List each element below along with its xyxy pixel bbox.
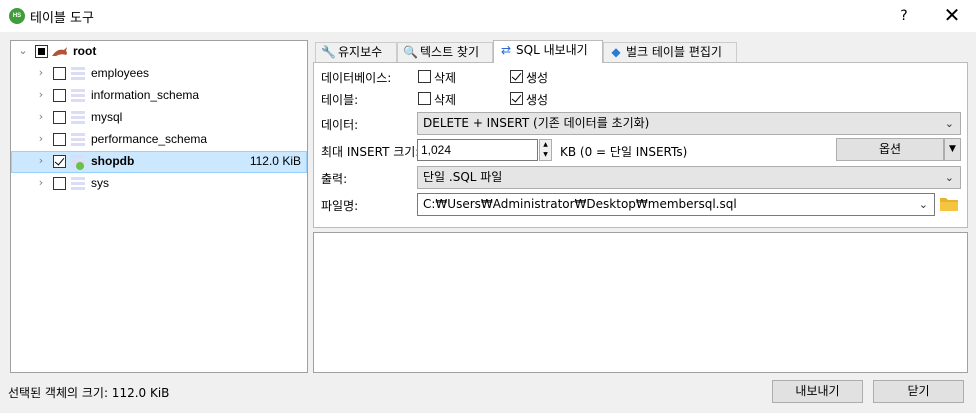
tab-find-text[interactable]: 🔍 텍스트 찾기 [397, 42, 493, 62]
output-log-area[interactable] [313, 232, 968, 373]
status-text: 선택된 객체의 크기: 112.0 KiB [8, 386, 170, 400]
database-drop-label: 삭제 [434, 71, 457, 85]
data-label: 데이터: [321, 118, 359, 132]
database-icon [71, 88, 85, 103]
tab-label: 텍스트 찾기 [420, 45, 480, 59]
close-window-button[interactable]: ✕ [928, 0, 976, 32]
export-arrows-icon: ⇄ [500, 43, 512, 57]
tab-maintenance[interactable]: 🔧 유지보수 [315, 42, 397, 62]
tree-item-label: performance_schema [91, 132, 208, 146]
tab-label: SQL 내보내기 [516, 43, 588, 57]
item-checkbox[interactable] [53, 89, 66, 102]
chevron-right-icon[interactable]: › [35, 66, 47, 80]
window-title: 테이블 도구 [30, 11, 94, 26]
table-drop-label: 삭제 [434, 93, 457, 107]
app-logo-icon: HS [9, 8, 25, 24]
tree-root-label: root [73, 44, 97, 58]
tree-item[interactable]: › performance_schema [11, 129, 307, 151]
chevron-right-icon[interactable]: › [35, 88, 47, 102]
table-label: 테이블: [321, 93, 359, 107]
output-select[interactable]: 단일 .SQL 파일 ⌄ [417, 166, 961, 189]
max-insert-label: 최대 INSERT 크기: [321, 145, 420, 159]
database-tree[interactable]: ⌄ root › employees › information_schema … [10, 40, 308, 373]
database-icon [71, 176, 85, 191]
dolphin-icon [52, 47, 67, 56]
options-button[interactable]: 옵션 [836, 138, 944, 161]
tab-bulk-table-editor[interactable]: ◆ 벌크 테이블 편집기 [603, 42, 737, 62]
tree-row-root[interactable]: ⌄ root [11, 41, 307, 63]
tab-sql-export[interactable]: ⇄ SQL 내보내기 [493, 40, 603, 63]
max-insert-unit: KB (0 = 단일 INSERTs) [560, 145, 688, 159]
database-drop-checkbox[interactable] [418, 70, 431, 83]
filename-value: C:₩Users₩Administrator₩Desktop₩membersql… [423, 197, 737, 211]
chevron-down-icon: ⌄ [944, 171, 954, 184]
max-insert-input[interactable]: 1,024 [417, 139, 538, 161]
database-create-checkbox[interactable] [510, 70, 523, 83]
data-mode-select[interactable]: DELETE + INSERT (기존 데이터를 초기화) ⌄ [417, 112, 961, 135]
output-value: 단일 .SQL 파일 [423, 170, 503, 184]
tab-label: 유지보수 [338, 45, 383, 59]
table-create-checkbox[interactable] [510, 92, 523, 105]
item-checkbox[interactable] [53, 177, 66, 190]
chevron-right-icon[interactable]: › [35, 176, 47, 190]
chevron-down-icon[interactable]: ⌄ [17, 44, 29, 58]
database-icon [71, 110, 85, 125]
title-bar: HS 테이블 도구 ? ✕ [0, 0, 976, 32]
root-checkbox[interactable] [35, 45, 48, 58]
database-icon [71, 132, 85, 147]
tree-item-selected[interactable]: › shopdb 112.0 KiB [11, 151, 307, 173]
sql-export-panel: 데이터베이스: 삭제 생성 테이블: 삭제 생성 데이터: DELETE + I… [313, 62, 968, 228]
database-label: 데이터베이스: [321, 71, 392, 85]
database-icon [71, 66, 85, 81]
chevron-down-icon: ⌄ [944, 117, 954, 130]
tree-item[interactable]: › sys [11, 173, 307, 195]
table-create-label: 생성 [526, 93, 549, 107]
tree-item[interactable]: › mysql [11, 107, 307, 129]
tree-item-label: sys [91, 176, 109, 190]
tree-item[interactable]: › employees [11, 63, 307, 85]
tree-item-label: mysql [91, 110, 123, 124]
export-button[interactable]: 내보내기 [772, 380, 863, 403]
filename-input[interactable]: C:₩Users₩Administrator₩Desktop₩membersql… [417, 193, 935, 216]
tree-item[interactable]: › information_schema [11, 85, 307, 107]
chevron-right-icon[interactable]: › [35, 110, 47, 124]
chevron-down-icon: ⌄ [918, 198, 928, 211]
folder-icon[interactable] [939, 195, 959, 213]
options-dropdown-icon[interactable]: ▼ [944, 138, 961, 161]
close-button[interactable]: 닫기 [873, 380, 964, 403]
item-checkbox[interactable] [53, 133, 66, 146]
item-checkbox[interactable] [53, 67, 66, 80]
data-mode-value: DELETE + INSERT (기존 데이터를 초기화) [423, 116, 650, 130]
table-drop-checkbox[interactable] [418, 92, 431, 105]
chevron-right-icon[interactable]: › [35, 132, 47, 146]
magnifier-icon: 🔍 [403, 45, 418, 59]
filename-label: 파일명: [321, 199, 359, 213]
max-insert-stepper[interactable]: ▲ ▼ [539, 139, 552, 161]
output-label: 출력: [321, 172, 348, 186]
tree-item-label: information_schema [91, 88, 200, 102]
active-check-icon [76, 162, 84, 170]
tab-strip: 🔧 유지보수 🔍 텍스트 찾기 ⇄ SQL 내보내기 ◆ 벌크 테이블 편집기 [313, 40, 968, 63]
database-size: 112.0 KiB [249, 154, 301, 168]
tab-label: 벌크 테이블 편집기 [626, 45, 722, 59]
stack-icon: ◆ [611, 45, 621, 59]
chevron-right-icon[interactable]: › [35, 154, 47, 168]
tree-item-label: employees [91, 66, 150, 80]
database-create-label: 생성 [526, 71, 549, 85]
item-checkbox[interactable] [53, 111, 66, 124]
wrench-icon: 🔧 [321, 45, 336, 59]
help-button[interactable]: ? [880, 0, 928, 32]
tree-item-label: shopdb [91, 154, 135, 168]
item-checkbox[interactable] [53, 155, 66, 168]
